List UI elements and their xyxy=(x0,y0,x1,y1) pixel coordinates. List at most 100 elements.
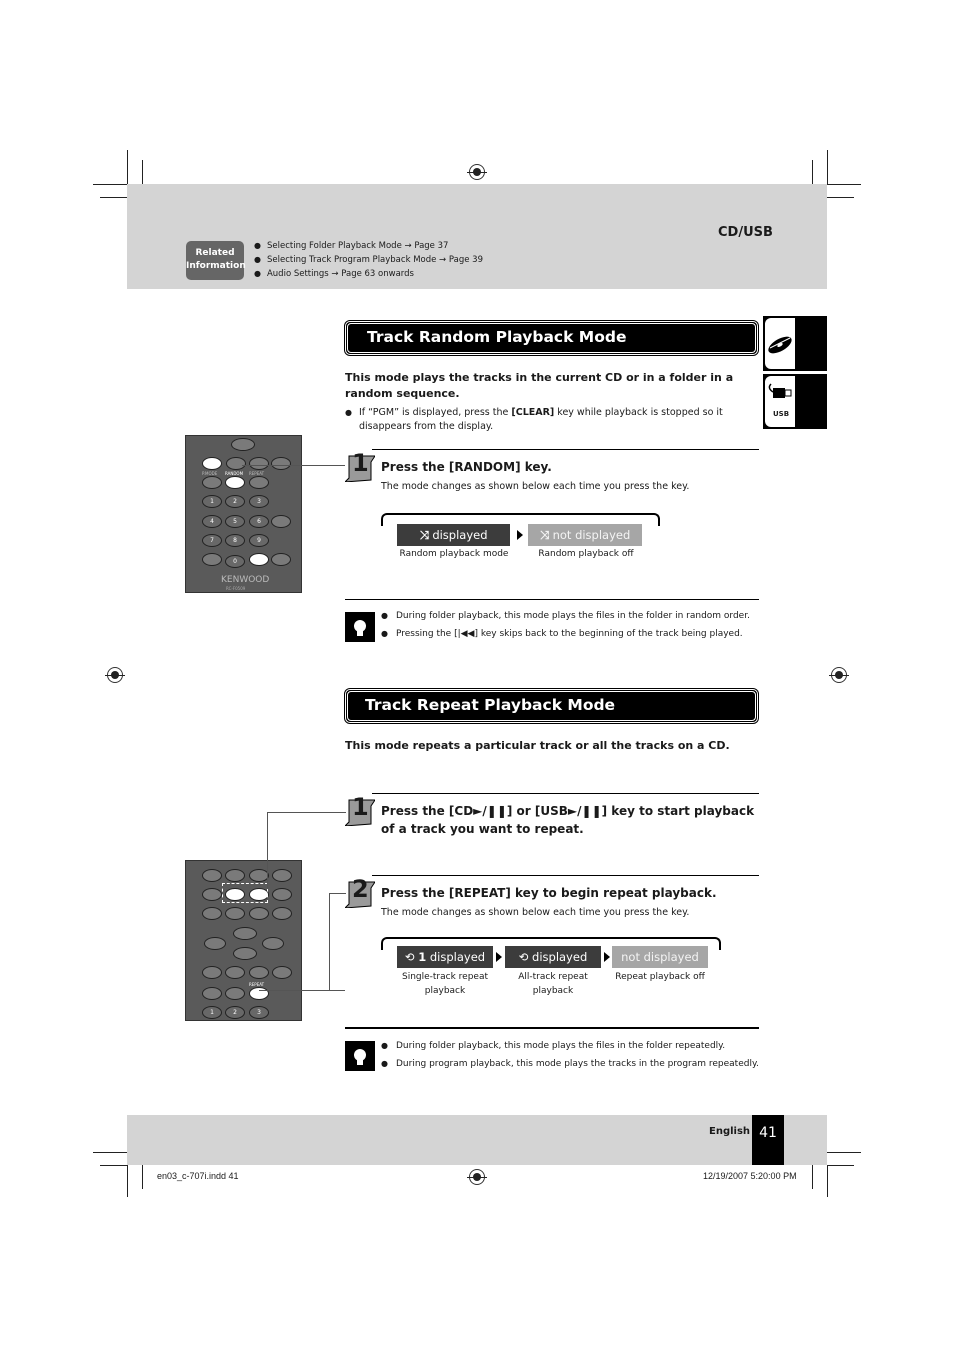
remote-repeat-button xyxy=(249,476,269,489)
section-title-repeat: Track Repeat Playback Mode xyxy=(345,689,758,723)
remote-num-button: 1 xyxy=(202,495,222,508)
crop-mark xyxy=(812,160,813,184)
mode-caption: Single-track repeat playback xyxy=(401,972,488,996)
divider xyxy=(345,599,759,600)
divider xyxy=(372,793,759,794)
mode-caption: Random playback off xyxy=(538,549,634,559)
related-link[interactable]: Audio Settings → Page 63 onwards xyxy=(254,267,483,281)
tip-lightbulb-icon xyxy=(345,612,375,642)
side-tab-cd[interactable] xyxy=(763,316,827,371)
remote-sound-button xyxy=(225,907,245,920)
step-title: Press the [CD►/❚❚] or [USB►/❚❚] key to s… xyxy=(381,804,755,836)
callout-line xyxy=(242,465,345,466)
crop-mark xyxy=(93,1152,127,1153)
side-tab-usb[interactable]: USB xyxy=(763,374,827,429)
arrow-right-icon xyxy=(496,952,502,962)
related-link[interactable]: Selecting Track Program Playback Mode → … xyxy=(254,253,483,267)
callout-line xyxy=(267,812,346,889)
crop-mark xyxy=(100,197,127,198)
remote-pmode-button xyxy=(202,476,222,489)
remote-random-button xyxy=(225,476,245,489)
divider xyxy=(345,1027,759,1029)
step-description: The mode changes as shown below each tim… xyxy=(381,907,690,918)
remote-num-button: 7 xyxy=(202,534,222,547)
section-title-random: Track Random Playback Mode xyxy=(345,321,758,355)
remote-ipod-button xyxy=(225,869,245,882)
tip-item: Pressing the [|◀◀] key skips back to the… xyxy=(381,625,750,643)
usb-tab-label: USB xyxy=(773,410,790,418)
remote-display-button xyxy=(271,515,291,528)
crop-mark xyxy=(812,1165,813,1189)
remote-down-button xyxy=(231,438,255,451)
mode-text: not displayed xyxy=(621,950,699,964)
registration-mark-icon xyxy=(467,164,487,180)
remote-folder-button xyxy=(202,907,222,920)
registration-mark-icon xyxy=(105,667,125,683)
remote-random-button xyxy=(225,987,245,1000)
tip-lightbulb-icon xyxy=(345,1041,375,1071)
remote-num-button: 4 xyxy=(202,515,222,528)
slug-date: 12/19/2007 5:20:00 PM xyxy=(703,1171,797,1181)
remote-model: RC-F0509 xyxy=(226,586,246,591)
section-title-text: Track Repeat Playback Mode xyxy=(365,696,616,714)
step-number: 1 xyxy=(352,793,369,821)
mode-text: displayed xyxy=(432,528,488,542)
remote-control-image-random: P.MODE RANDOM REPEAT 1 2 3 4 5 6 7 8 9 0… xyxy=(185,435,302,593)
mode-random-on: ⤨ displayed xyxy=(397,524,510,546)
remote-num-button: 1 xyxy=(202,1006,222,1019)
section-title-text: Track Random Playback Mode xyxy=(367,328,627,346)
random-lead-text: This mode plays the tracks in the curren… xyxy=(345,371,734,400)
remote-num-button: 5 xyxy=(225,515,245,528)
step-number: 2 xyxy=(352,875,369,903)
mode-text: not displayed xyxy=(552,528,631,542)
cd-disc-icon xyxy=(768,336,792,354)
usb-plug-icon xyxy=(768,383,792,398)
remote-button xyxy=(202,553,222,566)
remote-down-button xyxy=(233,947,257,960)
tips-list: During folder playback, this mode plays … xyxy=(381,1037,759,1073)
registration-mark-icon xyxy=(829,667,849,683)
repeat-one-badge: 1 xyxy=(418,950,427,964)
remote-num-button: 8 xyxy=(225,534,245,547)
remote-prev-button xyxy=(204,937,226,950)
divider xyxy=(372,875,759,876)
crop-mark xyxy=(827,184,861,185)
mode-text: displayed xyxy=(429,950,486,964)
remote-up-button xyxy=(233,927,257,940)
tip-item: During folder playback, this mode plays … xyxy=(381,607,750,625)
mode-single-repeat: ⟲ 1 displayed xyxy=(397,946,493,968)
remote-num-button: 3 xyxy=(249,495,269,508)
remote-num-button: 0 xyxy=(225,555,245,568)
mode-repeat-off: not displayed xyxy=(612,946,708,968)
repeat-icon: ⟲ xyxy=(404,950,415,964)
remote-button xyxy=(271,457,291,470)
crop-mark xyxy=(827,197,854,198)
footer-band xyxy=(127,1115,827,1165)
usb-tab-inner: USB xyxy=(765,376,795,427)
remote-brand-logo: KENWOOD xyxy=(221,575,270,585)
related-link[interactable]: Selecting Folder Playback Mode → Page 37 xyxy=(254,239,483,253)
footer-language: English xyxy=(709,1126,751,1137)
remote-aux-button xyxy=(202,888,222,901)
crop-mark xyxy=(93,184,127,185)
crop-mark xyxy=(100,1165,127,1166)
remote-button xyxy=(225,966,245,979)
remote-num-button: 2 xyxy=(225,495,245,508)
callout-line xyxy=(329,893,346,991)
repeat-lead-text: This mode repeats a particular track or … xyxy=(345,739,730,752)
step-title: Press the [RANDOM] key. xyxy=(381,460,552,474)
step-title: Press the [REPEAT] key to begin repeat p… xyxy=(381,886,717,900)
tip-item: During program playback, this mode plays… xyxy=(381,1055,759,1073)
random-pgm-note: If “PGM” is displayed, press the [CLEAR]… xyxy=(345,406,760,434)
crop-mark xyxy=(127,150,128,184)
page-number: 41 xyxy=(752,1115,784,1165)
repeat-icon: ⟲ xyxy=(518,950,529,964)
arrow-right-icon xyxy=(517,530,523,540)
remote-num-button: 2 xyxy=(225,1006,245,1019)
mode-caption: Random playback mode xyxy=(399,549,509,559)
crop-mark xyxy=(142,1165,143,1189)
crop-mark xyxy=(827,150,828,184)
slug-file: en03_c-707i.indd 41 xyxy=(157,1171,239,1181)
tip-item: During folder playback, this mode plays … xyxy=(381,1037,759,1055)
remote-num-button: 6 xyxy=(249,515,269,528)
